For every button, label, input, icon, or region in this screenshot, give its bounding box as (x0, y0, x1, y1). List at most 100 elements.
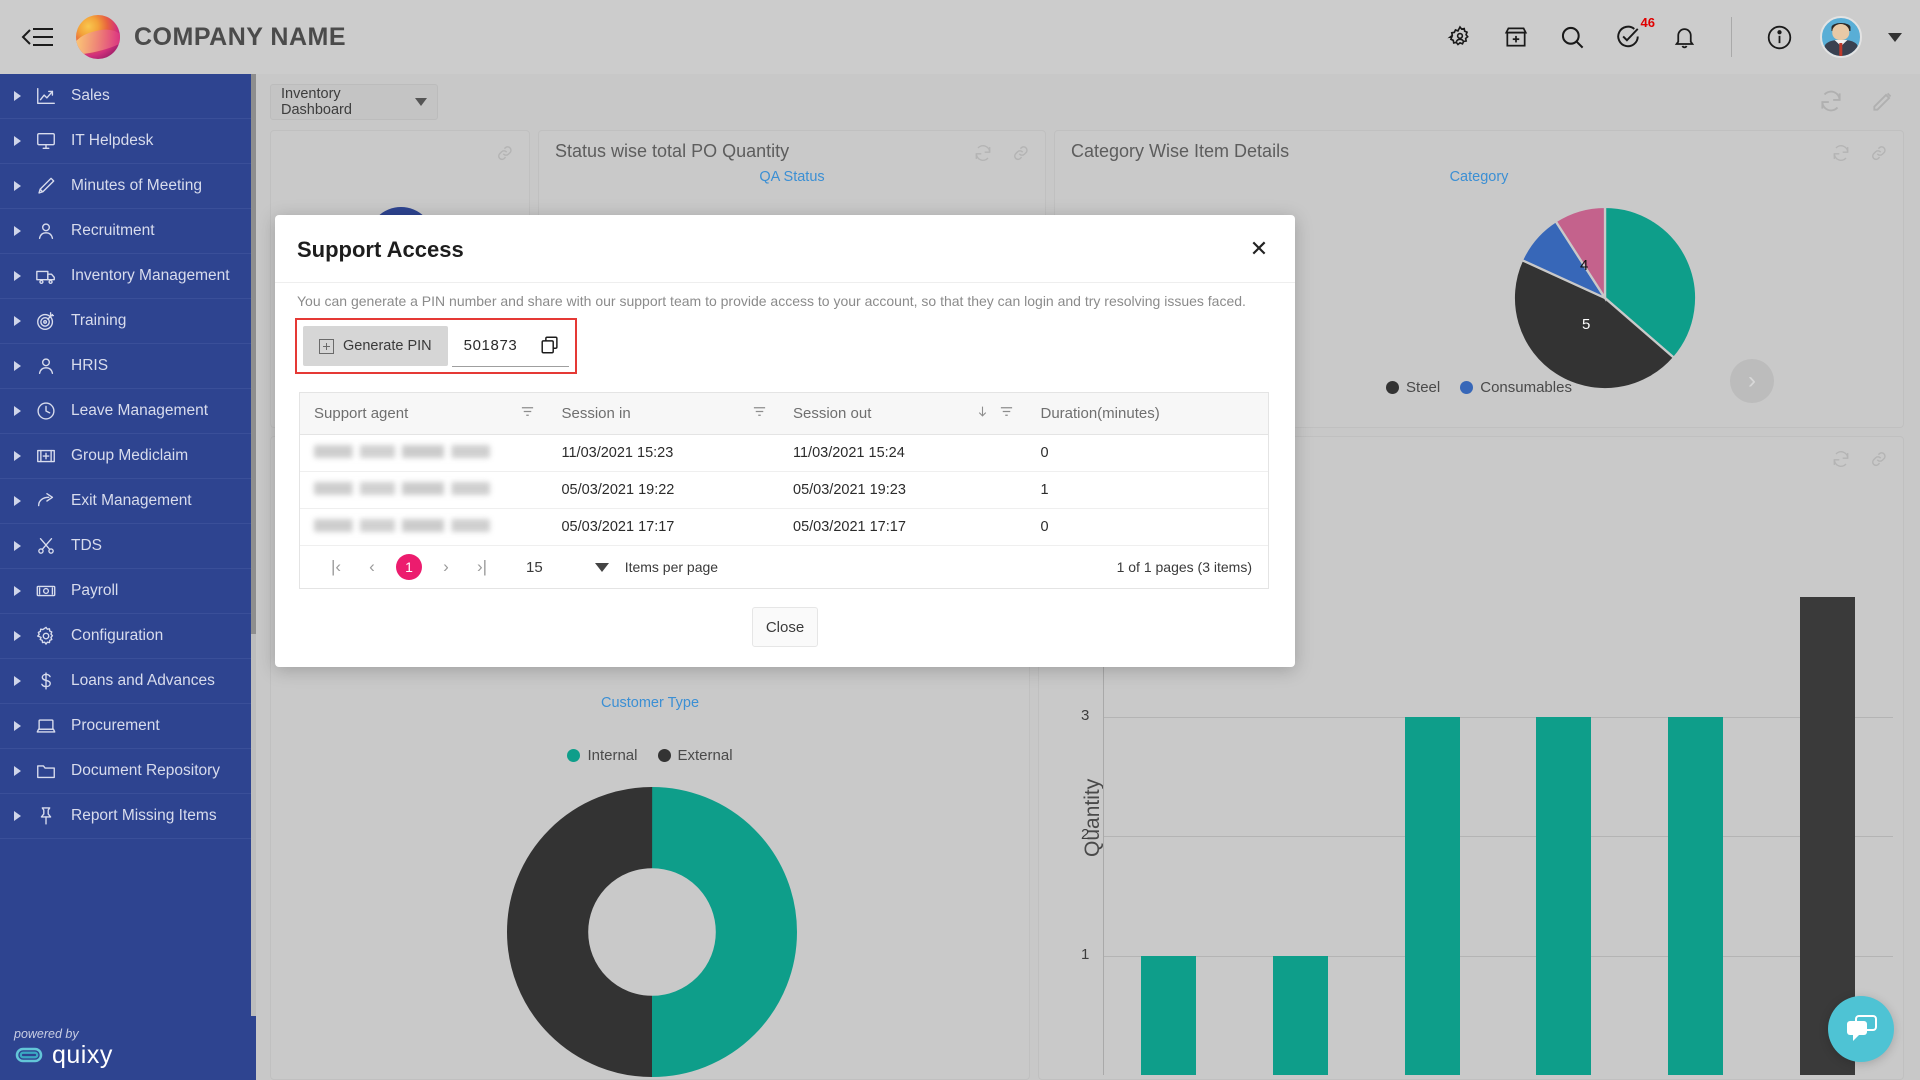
sidebar-item-label: IT Helpdesk (71, 132, 154, 149)
tasks-check-icon[interactable]: 46 (1613, 15, 1655, 52)
first-page-button[interactable]: |‹ (318, 557, 354, 577)
clock-icon (33, 399, 59, 423)
bar[interactable] (1667, 716, 1724, 1075)
link-icon[interactable] (1869, 143, 1889, 168)
card-subtitle: QA Status (759, 169, 825, 185)
customer-type-donut-chart (507, 787, 797, 1077)
sidebar-scrollbar[interactable] (251, 74, 256, 1080)
sidebar-item-group-mediclaim[interactable]: Group Mediclaim (0, 434, 256, 479)
store-add-icon[interactable] (1501, 22, 1531, 52)
close-button[interactable]: Close (752, 607, 818, 647)
sidebar-item-inventory-management[interactable]: Inventory Management (0, 254, 256, 299)
profile-chevron-down-icon[interactable] (1888, 32, 1902, 42)
bar[interactable] (1404, 716, 1460, 1075)
close-icon[interactable]: ✕ (1241, 231, 1277, 267)
table-row[interactable]: 05/03/2021 17:17 05/03/2021 17:17 0 (300, 509, 1268, 546)
sidebar-item-hris[interactable]: HRIS (0, 344, 256, 389)
table-column-header[interactable]: Session out (779, 393, 1026, 434)
copy-icon[interactable] (539, 334, 563, 358)
support-access-modal: Support Access ✕ You can generate a PIN … (275, 215, 1295, 667)
page-size-chevron-down-icon[interactable] (594, 562, 609, 572)
table-column-header[interactable]: Support agent (300, 393, 547, 434)
collapse-menu-icon[interactable] (10, 15, 66, 59)
link-icon[interactable] (1011, 143, 1031, 168)
pin-field[interactable]: 501873 (451, 325, 569, 367)
refresh-icon[interactable] (1831, 143, 1851, 168)
link-icon[interactable] (495, 143, 515, 168)
bar[interactable] (1141, 955, 1197, 1075)
sidebar-item-label: Sales (71, 87, 110, 104)
refresh-icon[interactable] (1818, 88, 1844, 119)
legend-label: Consumables (1480, 379, 1572, 396)
bar[interactable] (1272, 955, 1329, 1075)
category-legend-item[interactable]: Consumables (1460, 379, 1572, 396)
sidebar-item-label: Training (71, 312, 127, 329)
user-icon (33, 219, 59, 243)
card-title: Category Wise Item Details (1071, 141, 1290, 161)
sidebar-item-sales[interactable]: Sales (0, 74, 256, 119)
table-row[interactable]: 05/03/2021 19:22 05/03/2021 19:23 1 (300, 472, 1268, 509)
page-size-value[interactable]: 15 (526, 559, 543, 576)
next-page-button[interactable]: › (428, 557, 464, 577)
refresh-icon[interactable] (973, 143, 993, 168)
folder-icon (33, 759, 59, 783)
filter-icon[interactable] (999, 404, 1014, 423)
sidebar-item-it-helpdesk[interactable]: IT Helpdesk (0, 119, 256, 164)
quixy-logo-icon (15, 1047, 43, 1063)
sidebar-item-training[interactable]: Training (0, 299, 256, 344)
avatar-head (1832, 24, 1850, 41)
last-page-button[interactable]: ›| (464, 557, 500, 577)
sidebar-item-procurement[interactable]: Procurement (0, 704, 256, 749)
plus-icon (319, 338, 334, 354)
chart-line-icon (33, 84, 59, 108)
sidebar-item-loans-and-advances[interactable]: Loans and Advances (0, 659, 256, 704)
user-icon (33, 354, 59, 378)
sidebar-scrollbar-thumb[interactable] (251, 74, 256, 634)
sidebar-item-label: Leave Management (71, 402, 209, 419)
sidebar-item-minutes-of-meeting[interactable]: Minutes of Meeting (0, 164, 256, 209)
info-icon[interactable] (1764, 22, 1794, 52)
bar[interactable] (1536, 716, 1592, 1075)
sort-desc-icon[interactable] (976, 404, 989, 423)
sidebar-item-payroll[interactable]: Payroll (0, 569, 256, 614)
refresh-icon[interactable] (1831, 449, 1851, 474)
table-cell: 1 (1040, 482, 1049, 498)
table-column-header[interactable]: Session in (547, 393, 779, 434)
link-icon[interactable] (1869, 449, 1889, 474)
chat-bubbles-icon[interactable] (1828, 996, 1894, 1062)
generate-pin-group: Generate PIN 501873 (295, 318, 577, 374)
filter-icon[interactable] (520, 404, 535, 423)
support-agent-cell (300, 481, 547, 499)
expand-arrow-icon (14, 316, 21, 326)
dashboard-selector[interactable]: Inventory Dashboard (270, 84, 438, 120)
edit-icon[interactable] (1870, 88, 1896, 119)
expand-arrow-icon (14, 136, 21, 146)
sidebar-item-configuration[interactable]: Configuration (0, 614, 256, 659)
sidebar-item-exit-management[interactable]: Exit Management (0, 479, 256, 524)
customer-type-legend-item[interactable]: External (657, 747, 733, 764)
sidebar-item-report-missing-items[interactable]: Report Missing Items (0, 794, 256, 839)
sidebar-item-tds[interactable]: TDS (0, 524, 256, 569)
sidebar-item-label: Loans and Advances (71, 672, 215, 689)
sidebar-item-leave-management[interactable]: Leave Management (0, 389, 256, 434)
avatar[interactable] (1820, 16, 1862, 58)
table-row[interactable]: 11/03/2021 15:23 11/03/2021 15:24 0 (300, 435, 1268, 472)
prev-page-button[interactable]: ‹ (354, 557, 390, 577)
sidebar-item-label: Document Repository (71, 762, 221, 779)
category-legend-item[interactable]: Steel (1386, 379, 1440, 396)
customer-type-legend-item[interactable]: Internal (567, 747, 638, 764)
sidebar-item-recruitment[interactable]: Recruitment (0, 209, 256, 254)
current-page-button[interactable]: 1 (396, 554, 422, 580)
company-name: COMPANY NAME (134, 22, 347, 51)
next-page-button[interactable]: › (1730, 359, 1774, 403)
settings-user-icon[interactable] (1445, 22, 1475, 52)
search-icon[interactable] (1557, 22, 1587, 52)
sidebar-item-label: TDS (71, 537, 102, 554)
card-title: Status wise total PO Quantity (555, 141, 790, 161)
tasks-badge: 46 (1640, 15, 1655, 30)
filter-icon[interactable] (752, 404, 767, 423)
generate-pin-button[interactable]: Generate PIN (303, 326, 448, 366)
sidebar-item-document-repository[interactable]: Document Repository (0, 749, 256, 794)
bell-icon[interactable] (1669, 22, 1699, 52)
table-column-header[interactable]: Duration(minutes) (1026, 393, 1268, 434)
